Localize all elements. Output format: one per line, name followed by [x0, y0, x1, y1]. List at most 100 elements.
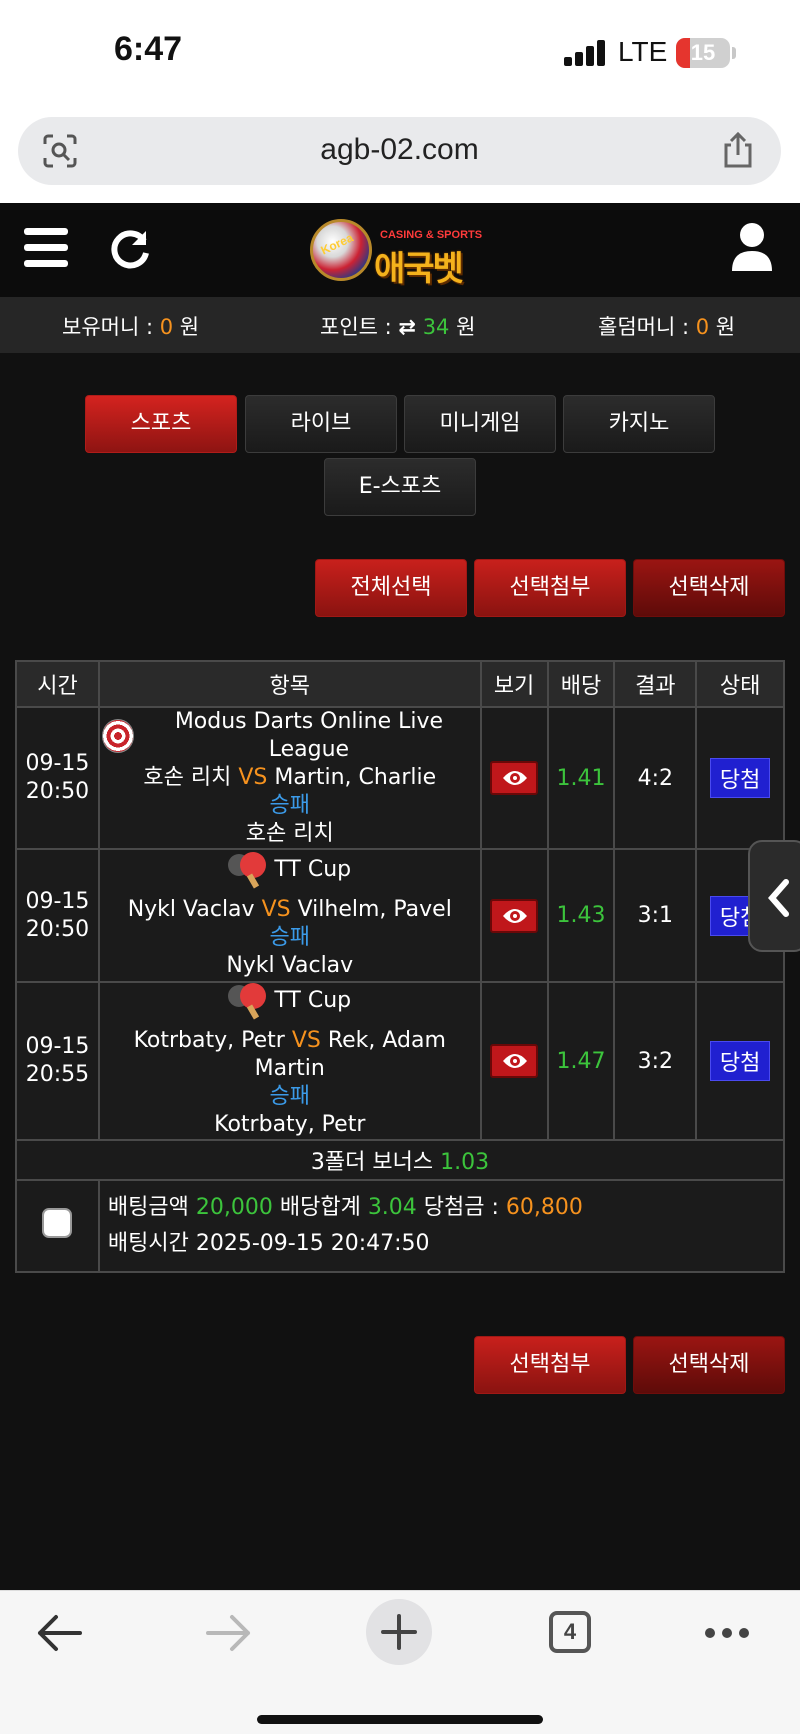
holdem-value: 0	[695, 315, 710, 339]
select-all-button[interactable]: 전체선택	[315, 559, 467, 617]
eye-icon	[503, 908, 528, 923]
bet-time-value: 2025-09-15 20:47:50	[195, 1231, 430, 1256]
table-header: 시간 항목 보기 배당 결과 상태	[15, 660, 785, 708]
bonus-label: 3폴더 보너스	[310, 1150, 441, 1175]
money-bar: 보유머니 : 0 원 포인트 : ⇄ 34 원 홀덤머니 : 0 원	[0, 297, 800, 353]
attach-selected-button[interactable]: 선택첨부	[474, 559, 626, 617]
result-value: 4:2	[613, 706, 698, 850]
result-value: 3:1	[613, 848, 698, 983]
bet-pick: Nykl Vaclav	[226, 952, 354, 978]
market-type: 승패	[269, 793, 310, 818]
bet-item: TT Cup Nykl Vaclav VS Vilhelm, Pavel 승패 …	[97, 848, 482, 983]
home-team: Nykl Vaclav	[127, 896, 255, 922]
bet-history-table: 시간 항목 보기 배당 결과 상태 09-15 20:50 Modus Dart…	[15, 660, 786, 1273]
browser-toolbar: 4	[0, 1590, 800, 1734]
refresh-icon[interactable]	[108, 227, 152, 271]
win-amount-value: 60,800	[505, 1195, 583, 1220]
bet-date: 09-15	[25, 1034, 90, 1059]
holdem-money: 홀덤머니 : 0 원	[598, 311, 735, 341]
market-type: 승패	[269, 1084, 310, 1109]
bonus-row: 3폴더 보너스 1.03	[15, 1139, 785, 1181]
header-time: 시간	[15, 660, 100, 708]
result-value: 3:2	[613, 981, 698, 1141]
url-text[interactable]: agb-02.com	[18, 133, 781, 167]
amount-label: 배팅금액	[107, 1195, 196, 1220]
view-cell	[479, 706, 549, 850]
odds-value: 1.43	[546, 848, 616, 983]
bet-item: Modus Darts Online Live League 호손 리치 VS …	[97, 706, 482, 850]
delete-selected-button[interactable]: 선택삭제	[633, 559, 785, 617]
table-tennis-icon	[228, 983, 268, 1020]
tab-esports[interactable]: E-스포츠	[324, 458, 476, 516]
tab-live[interactable]: 라이브	[245, 395, 397, 453]
plus-icon	[381, 1614, 417, 1650]
holdem-unit: 원	[709, 315, 736, 339]
amount-value: 20,000	[195, 1195, 273, 1220]
bet-pick: 호손 리치	[245, 821, 334, 846]
view-button[interactable]	[490, 898, 539, 933]
battery-icon: 15	[676, 38, 730, 68]
battery-level: 15	[690, 40, 716, 65]
user-icon[interactable]	[730, 221, 774, 273]
logo-text: 애국벳	[374, 249, 464, 289]
new-tab-button[interactable]	[366, 1599, 432, 1665]
delete-selected-button-bottom[interactable]: 선택삭제	[633, 1336, 785, 1394]
odds-value: 1.47	[546, 981, 616, 1141]
ios-status-area: 6:47 LTE 15 agb-02.com	[0, 0, 800, 203]
bet-checkbox[interactable]	[42, 1208, 73, 1238]
checkbox-cell	[15, 1179, 100, 1273]
network-label: LTE	[618, 36, 668, 67]
table-row: 09-15 20:55 TT Cup Kotrbaty, Petr VS Rek…	[15, 981, 785, 1141]
summary-row: 배팅금액 20,000 배당합계 3.04 당첨금 : 60,800 배팅시간 …	[15, 1179, 786, 1273]
home-team: Kotrbaty, Petr	[133, 1028, 285, 1053]
chevron-left-icon	[768, 879, 789, 917]
market-type: 승패	[269, 924, 310, 950]
bonus-value: 1.03	[440, 1150, 490, 1175]
logo-tagline: CASING & SPORTS	[380, 229, 483, 241]
header-item: 항목	[97, 660, 482, 708]
url-bar[interactable]: agb-02.com	[18, 117, 781, 185]
bet-date: 09-15	[25, 751, 90, 776]
status-cell: 당첨	[695, 981, 785, 1141]
holding-money: 보유머니 : 0 원	[62, 311, 199, 341]
view-button[interactable]	[490, 1044, 539, 1078]
vs-label: VS	[291, 1028, 321, 1053]
tab-minigame[interactable]: 미니게임	[404, 395, 556, 453]
bonus-cell: 3폴더 보너스 1.03	[15, 1139, 785, 1181]
holdem-label: 홀덤머니 :	[598, 315, 696, 339]
league-name: TT Cup	[274, 856, 352, 882]
header-status: 상태	[695, 660, 785, 708]
bet-time: 09-15 20:50	[15, 706, 100, 850]
tabs-count-button[interactable]: 4	[549, 1611, 591, 1653]
exchange-icon[interactable]: ⇄	[398, 315, 416, 339]
site-header: Korea CASING & SPORTS 애국벳	[0, 203, 800, 297]
bet-pick: Kotrbaty, Petr	[214, 1112, 366, 1137]
table-tennis-icon	[228, 851, 268, 889]
total-odds-value: 3.04	[367, 1195, 417, 1220]
share-icon[interactable]	[721, 131, 755, 169]
away-team: Martin, Charlie	[274, 765, 437, 790]
attach-selected-button-bottom[interactable]: 선택첨부	[474, 1336, 626, 1394]
status-time: 6:47	[114, 30, 183, 68]
forward-arrow-icon[interactable]	[206, 1613, 252, 1653]
view-button[interactable]	[490, 761, 539, 795]
table-row: 09-15 20:50 Modus Darts Online Live Leag…	[15, 706, 785, 850]
vs-label: VS	[238, 765, 268, 790]
site-logo[interactable]: Korea CASING & SPORTS 애국벳	[306, 209, 486, 293]
menu-icon[interactable]	[24, 228, 68, 268]
holding-value: 0	[159, 315, 174, 339]
status-cell: 당첨	[695, 706, 785, 850]
bet-time: 09-15 20:50	[15, 848, 100, 983]
tab-casino[interactable]: 카지노	[563, 395, 715, 453]
odds-value: 1.41	[546, 706, 616, 850]
back-arrow-icon[interactable]	[36, 1613, 82, 1653]
league-name: TT Cup	[274, 988, 352, 1013]
tab-sports[interactable]: 스포츠	[85, 395, 237, 453]
view-cell	[479, 981, 549, 1141]
side-panel-toggle[interactable]	[748, 840, 800, 952]
home-indicator	[257, 1715, 543, 1724]
vs-label: VS	[261, 896, 291, 922]
more-icon[interactable]	[704, 1627, 750, 1639]
point-label: 포인트 :	[320, 315, 399, 339]
league-name: Modus Darts Online Live League	[174, 709, 444, 762]
